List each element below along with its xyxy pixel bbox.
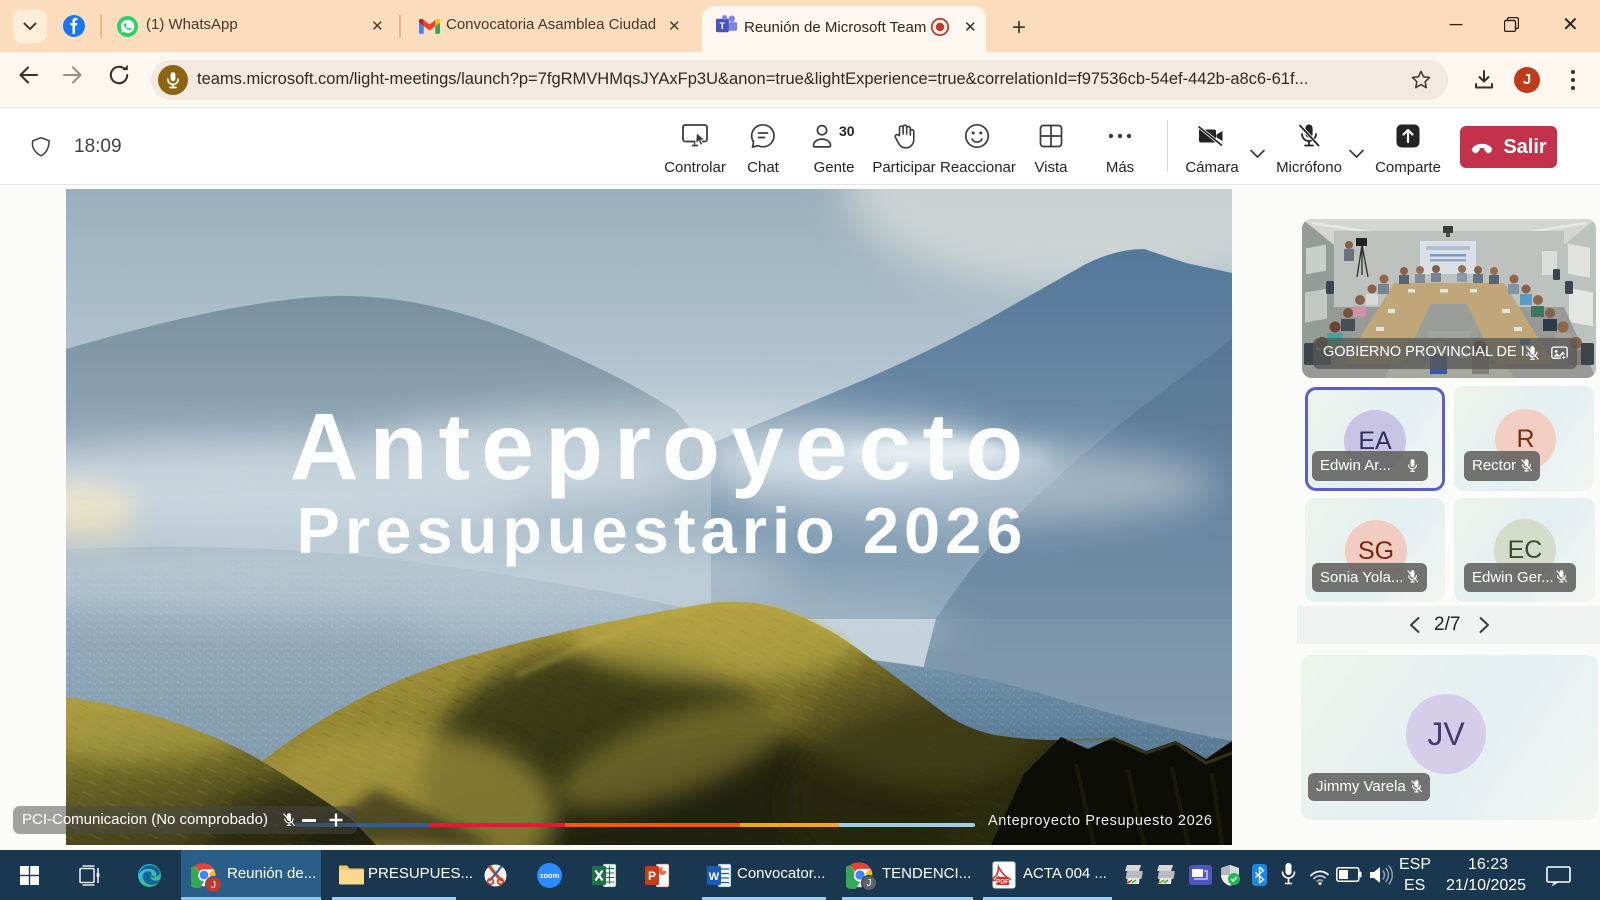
- svg-text:30: 30: [839, 123, 855, 139]
- svg-text:Anteproyecto: Anteproyecto: [290, 394, 1034, 500]
- svg-text:PDF: PDF: [996, 878, 1009, 885]
- svg-text:P: P: [648, 869, 656, 883]
- svg-text:T: T: [720, 21, 726, 31]
- svg-text:W: W: [709, 871, 720, 883]
- svg-text:Presupuestario 2026: Presupuestario 2026: [297, 494, 1028, 567]
